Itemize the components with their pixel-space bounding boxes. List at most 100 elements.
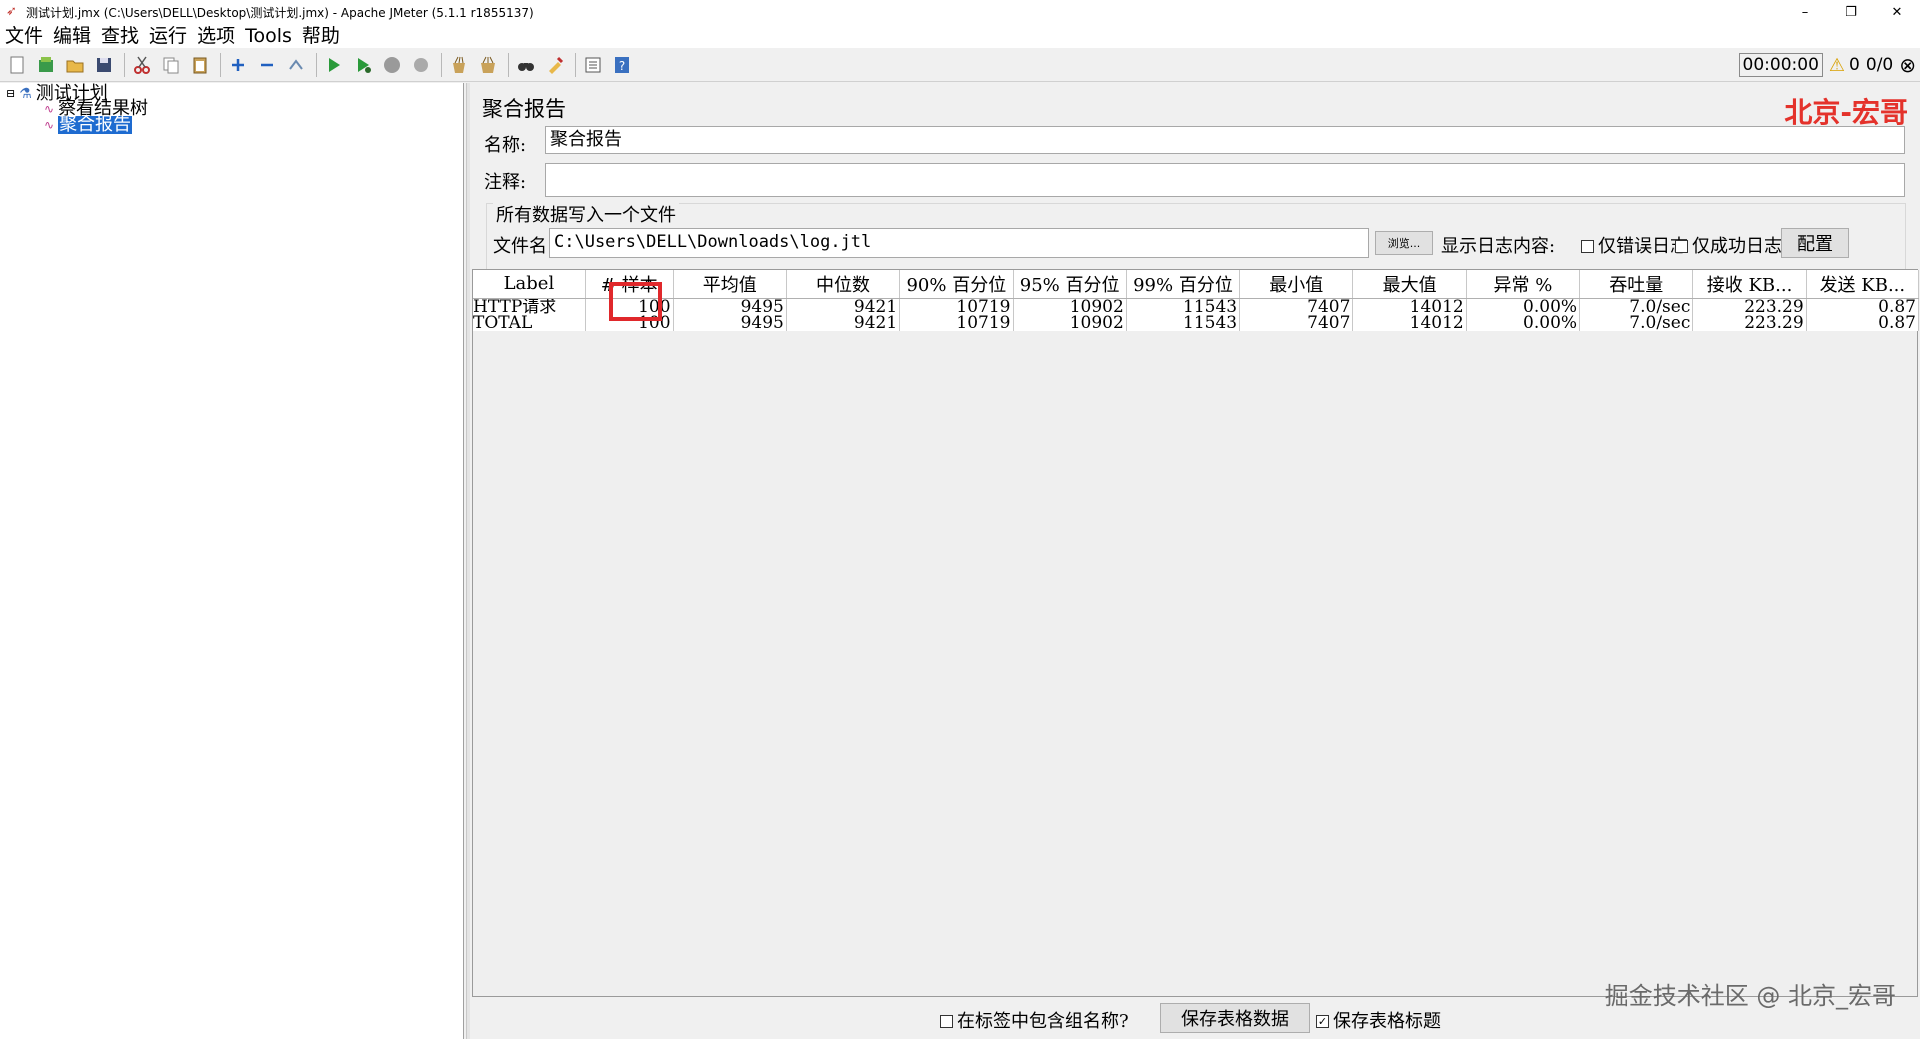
save-header-label: 保存表格标题 [1333,1011,1441,1032]
paste-icon[interactable] [187,52,213,78]
start-icon[interactable] [321,52,347,78]
reset-search-icon[interactable] [542,52,568,78]
col-header-p99[interactable]: 99% 百分位 [1126,270,1241,299]
col-header-max[interactable]: 最大值 [1352,270,1467,299]
help-icon[interactable]: ? [609,52,635,78]
name-label: 名称: [484,135,527,156]
cell-p95: 10902 [1013,298,1127,315]
results-table-area: Label # 样本 平均值 中位数 90% 百分位 95% 百分位 99% 百… [472,269,1920,997]
watermark-bottom: 掘金技术社区 @ 北京_宏哥 [1604,982,1896,1010]
filename-field[interactable]: C:\Users\DELL\Downloads\log.jtl [549,228,1369,258]
col-header-average[interactable]: 平均值 [673,270,787,299]
cell-max: 14012 [1352,314,1467,331]
cell-sent: 0.87 [1806,314,1920,331]
col-header-p95[interactable]: 95% 百分位 [1013,270,1127,299]
menu-edit[interactable]: 编辑 [48,24,96,48]
menu-search[interactable]: 查找 [96,24,144,48]
cut-icon[interactable] [129,52,155,78]
file-group-title: 所有数据写入一个文件 [493,201,679,227]
cell-median: 9421 [786,314,901,331]
col-header-median[interactable]: 中位数 [786,270,901,299]
samples-highlight-box [609,282,662,321]
warning-count: 0 [1849,55,1860,75]
cell-average: 9495 [673,314,787,331]
expand-icon[interactable] [225,52,251,78]
cell-average: 9495 [673,298,787,315]
cell-label: HTTP请求 [473,298,586,315]
templates-icon[interactable] [33,52,59,78]
col-header-min[interactable]: 最小值 [1239,270,1354,299]
checkbox-box-checked[interactable]: ✓ [1316,1014,1329,1028]
results-table: Label # 样本 平均值 中位数 90% 百分位 95% 百分位 99% 百… [473,270,1920,331]
table-header-row: Label # 样本 平均值 中位数 90% 百分位 95% 百分位 99% 百… [473,270,1920,299]
thread-count: 0/0 [1865,55,1894,75]
cell-p90: 10719 [899,298,1014,315]
clear-icon[interactable] [446,52,472,78]
browse-button[interactable]: 浏览... [1375,231,1433,255]
aggregate-report-panel: 聚合报告 北京-宏哥 名称: 聚合报告 注释: 所有数据写入一个文件 文件名 C… [470,83,1920,1039]
close-button[interactable]: ✕ [1874,0,1920,24]
menu-help[interactable]: 帮助 [297,24,345,48]
copy-icon[interactable] [158,52,184,78]
errors-only-checkbox[interactable]: 仅错误日志 [1581,232,1688,258]
svg-text:?: ? [619,59,625,73]
name-field[interactable]: 聚合报告 [545,126,1905,154]
menu-options[interactable]: 选项 [192,24,240,48]
col-header-throughput[interactable]: 吞吐量 [1579,270,1694,299]
window-title-bar: ➶ 测试计划.jmx (C:\Users\DELL\Desktop\测试计划.j… [0,0,1920,24]
success-only-checkbox[interactable]: 仅成功日志 [1675,232,1782,258]
cell-error: 0.00% [1466,314,1581,331]
toggle-icon[interactable] [283,52,309,78]
menu-tools[interactable]: Tools [240,24,297,48]
cell-p95: 10902 [1013,314,1127,331]
include-group-checkbox[interactable]: 在标签中包含组名称? [940,1007,1129,1033]
menu-run[interactable]: 运行 [144,24,192,48]
cell-p90: 10719 [899,314,1014,331]
save-icon[interactable] [91,52,117,78]
checkbox-box[interactable] [940,1014,953,1028]
menu-bar: 文件 编辑 查找 运行 选项 Tools 帮助 [0,24,1920,48]
clear-all-icon[interactable] [475,52,501,78]
cell-error: 0.00% [1466,298,1581,315]
comment-label: 注释: [484,172,527,193]
tree-item-aggregate-report[interactable]: ∿ 聚合报告 [44,114,133,135]
col-header-p90[interactable]: 90% 百分位 [899,270,1014,299]
comment-field[interactable] [545,163,1905,197]
start-no-pause-icon[interactable] [350,52,376,78]
col-header-received[interactable]: 接收 KB... [1692,270,1807,299]
include-group-label: 在标签中包含组名称? [957,1011,1129,1032]
test-plan-tree: ⊟ ⚗ 测试计划 ∿ 察看结果树 ∿ 聚合报告 [0,83,464,1039]
warning-icon[interactable]: ⚠ [1829,55,1845,76]
table-row[interactable]: TOTAL 100 9495 9421 10719 10902 11543 74… [473,314,1920,331]
restore-button[interactable]: ❐ [1828,0,1874,24]
col-header-sent[interactable]: 发送 KB... [1806,270,1920,299]
menu-file[interactable]: 文件 [0,24,48,48]
col-header-error[interactable]: 异常 % [1466,270,1581,299]
search-binoculars-icon[interactable] [513,52,539,78]
window-title: 测试计划.jmx (C:\Users\DELL\Desktop\测试计划.jmx… [26,5,534,20]
cell-label: TOTAL [473,314,586,331]
minimize-button[interactable]: – [1782,0,1828,24]
cell-p99: 11543 [1126,298,1241,315]
watermark-top: 北京-宏哥 [1784,96,1908,129]
save-table-data-button[interactable]: 保存表格数据 [1160,1003,1310,1033]
test-plan-icon: ⚗ [19,86,32,102]
configure-button[interactable]: 配置 [1781,228,1849,258]
stop-icon[interactable] [379,52,405,78]
tree-item-label-selected: 聚合报告 [58,114,133,135]
panel-title: 聚合报告 [482,97,566,121]
collapse-icon[interactable] [254,52,280,78]
table-row[interactable]: HTTP请求 100 9495 9421 10719 10902 11543 7… [473,298,1920,315]
cell-min: 7407 [1239,314,1354,331]
collapse-toggle-icon[interactable]: ⊟ [6,85,15,103]
cell-min: 7407 [1239,298,1354,315]
shutdown-icon[interactable] [408,52,434,78]
function-helper-icon[interactable] [580,52,606,78]
checkbox-box[interactable] [1675,239,1688,253]
save-header-checkbox[interactable]: ✓ 保存表格标题 [1316,1007,1441,1033]
col-header-label[interactable]: Label [473,270,586,299]
new-icon[interactable] [4,52,30,78]
open-icon[interactable] [62,52,88,78]
checkbox-box[interactable] [1581,239,1594,253]
cell-p99: 11543 [1126,314,1241,331]
